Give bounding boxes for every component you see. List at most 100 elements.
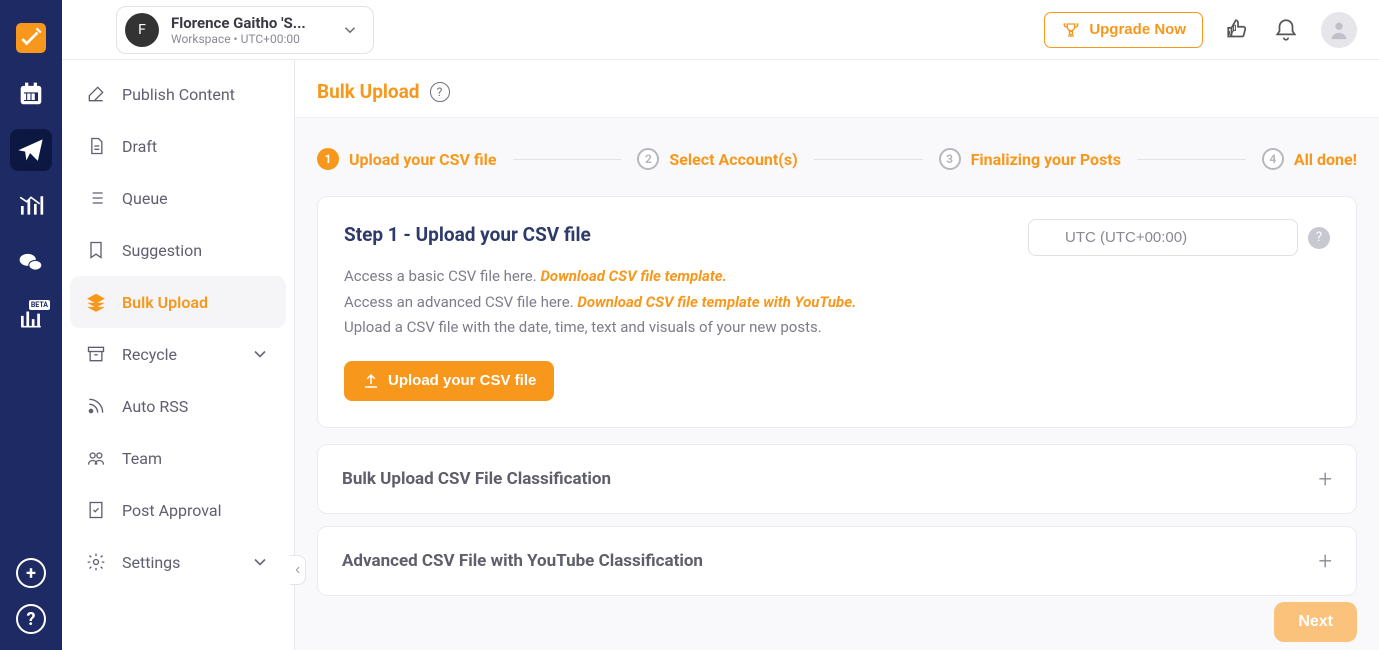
sidebar-item-label: Recycle	[122, 345, 177, 364]
plus-icon: +	[1318, 465, 1332, 493]
beta-badge: BETA	[29, 300, 50, 310]
notifications-button[interactable]	[1273, 17, 1299, 43]
step-number: 4	[1262, 148, 1284, 170]
approve-icon	[86, 500, 106, 520]
download-advanced-template-link[interactable]: Download CSV file template with YouTube.	[577, 293, 856, 311]
layers-icon	[86, 292, 106, 312]
page-header: Bulk Upload ?	[295, 60, 1379, 118]
chevron-down-icon	[250, 344, 270, 364]
doc-icon	[86, 136, 106, 156]
sidebar-item-label: Settings	[122, 553, 180, 572]
sidebar-item-label: Bulk Upload	[122, 293, 208, 312]
list-icon	[86, 188, 106, 208]
rss-icon	[86, 396, 106, 416]
sidebar-item-publish-content[interactable]: Publish Content	[70, 68, 286, 120]
step-number: 1	[317, 148, 339, 170]
workspace-switcher[interactable]: F Florence Gaitho 'S... Workspace • UTC+…	[116, 6, 374, 54]
page-help-button[interactable]: ?	[430, 82, 450, 102]
accordion-csv-classification[interactable]: Bulk Upload CSV File Classification +	[317, 444, 1357, 514]
step-label: Upload your CSV file	[349, 150, 497, 169]
sidebar-item-bulk-upload[interactable]: Bulk Upload	[70, 276, 286, 328]
team-icon	[86, 448, 106, 468]
panel-line3-text: Upload a CSV file with the date, time, t…	[344, 315, 1330, 341]
page-title: Bulk Upload	[317, 80, 420, 103]
step-number: 2	[637, 148, 659, 170]
upload-csv-button[interactable]: Upload your CSV file	[344, 361, 554, 401]
thumbs-icon	[1225, 17, 1251, 43]
step-number: 3	[939, 148, 961, 170]
step-label: Finalizing your Posts	[971, 150, 1121, 169]
step-2[interactable]: 2 Select Account(s)	[637, 148, 797, 170]
sidebar-item-queue[interactable]: Queue	[70, 172, 286, 224]
sidebar-item-auto-rss[interactable]: Auto RSS	[70, 380, 286, 432]
paper-plane-icon	[18, 137, 44, 163]
edit-icon	[86, 84, 106, 104]
accordion-title: Advanced CSV File with YouTube Classific…	[342, 551, 703, 571]
rail-calendar[interactable]	[10, 73, 52, 115]
step-connector	[1137, 159, 1246, 160]
accordion-title: Bulk Upload CSV File Classification	[342, 469, 611, 489]
archive-icon	[86, 344, 106, 364]
profile-avatar[interactable]	[1321, 12, 1357, 48]
upgrade-button[interactable]: Upgrade Now	[1044, 12, 1203, 48]
plus-icon: +	[1318, 547, 1332, 575]
panel-line2-text: Access an advanced CSV file here.	[344, 293, 577, 311]
sidebar-item-label: Team	[122, 449, 162, 468]
icon-rail: BETA + ?	[0, 0, 62, 650]
sidebar-item-suggestion[interactable]: Suggestion	[70, 224, 286, 276]
step-connector	[814, 159, 923, 160]
sidebar-item-label: Auto RSS	[122, 397, 188, 416]
step-3[interactable]: 3 Finalizing your Posts	[939, 148, 1121, 170]
chevron-down-icon	[341, 21, 359, 39]
collapse-sidebar-handle[interactable]	[290, 555, 306, 585]
user-icon	[1328, 19, 1350, 41]
rail-help-button[interactable]: ?	[16, 604, 46, 634]
rail-chat[interactable]	[10, 241, 52, 283]
timezone-select[interactable]	[1028, 219, 1298, 256]
calendar-icon	[18, 81, 44, 107]
bookmark-icon	[86, 240, 106, 260]
workspace-avatar: F	[125, 13, 159, 47]
download-basic-template-link[interactable]: Download CSV file template.	[540, 267, 726, 285]
app-logo[interactable]	[10, 17, 52, 59]
rail-add-button[interactable]: +	[16, 558, 46, 588]
accordion-youtube-classification[interactable]: Advanced CSV File with YouTube Classific…	[317, 526, 1357, 596]
step-connector	[513, 159, 622, 160]
next-button[interactable]: Next	[1274, 602, 1357, 642]
workspace-name: Florence Gaitho 'S...	[171, 14, 329, 32]
bell-icon	[1273, 17, 1299, 43]
trophy-icon	[1061, 21, 1081, 39]
sidebar-item-recycle[interactable]: Recycle	[70, 328, 286, 380]
chat-bubbles-icon	[18, 249, 44, 275]
topbar: F Florence Gaitho 'S... Workspace • UTC+…	[62, 0, 1379, 60]
rail-analytics[interactable]	[10, 185, 52, 227]
sidebar-item-team[interactable]: Team	[70, 432, 286, 484]
sidebar-item-label: Draft	[122, 137, 157, 156]
feedback-button[interactable]	[1225, 17, 1251, 43]
sidebar-item-label: Queue	[122, 189, 168, 208]
sidebar-item-post-approval[interactable]: Post Approval	[70, 484, 286, 536]
step1-panel: ? Step 1 - Upload your CSV file Access a…	[317, 196, 1357, 428]
timezone-help[interactable]: ?	[1308, 227, 1330, 249]
step-label: All done!	[1294, 150, 1357, 169]
rail-beta-graph[interactable]: BETA	[10, 297, 52, 339]
sidebar-item-label: Post Approval	[122, 501, 221, 520]
panel-line1-text: Access a basic CSV file here.	[344, 267, 540, 285]
chevron-down-icon	[250, 552, 270, 572]
sidebar-item-settings[interactable]: Settings	[70, 536, 286, 588]
sidebar-item-label: Suggestion	[122, 241, 202, 260]
stepper: 1 Upload your CSV file 2 Select Account(s) 3…	[317, 148, 1357, 170]
sidebar-item-draft[interactable]: Draft	[70, 120, 286, 172]
main-column: Bulk Upload ? 1 Upload your CSV file 2 Sele…	[295, 0, 1379, 650]
upload-icon	[362, 372, 380, 390]
step-4[interactable]: 4 All done!	[1262, 148, 1357, 170]
gear-icon	[86, 552, 106, 572]
rail-publish[interactable]	[10, 129, 52, 171]
step-label: Select Account(s)	[669, 150, 797, 169]
step-1[interactable]: 1 Upload your CSV file	[317, 148, 497, 170]
check-edit-icon	[18, 25, 44, 51]
workspace-sub: Workspace • UTC+00:00	[171, 32, 329, 46]
chevron-left-icon	[293, 564, 303, 576]
bars-up-icon	[18, 193, 44, 219]
sub-sidebar: Publish Content Draft Queue Suggestion Bulk …	[62, 0, 295, 650]
